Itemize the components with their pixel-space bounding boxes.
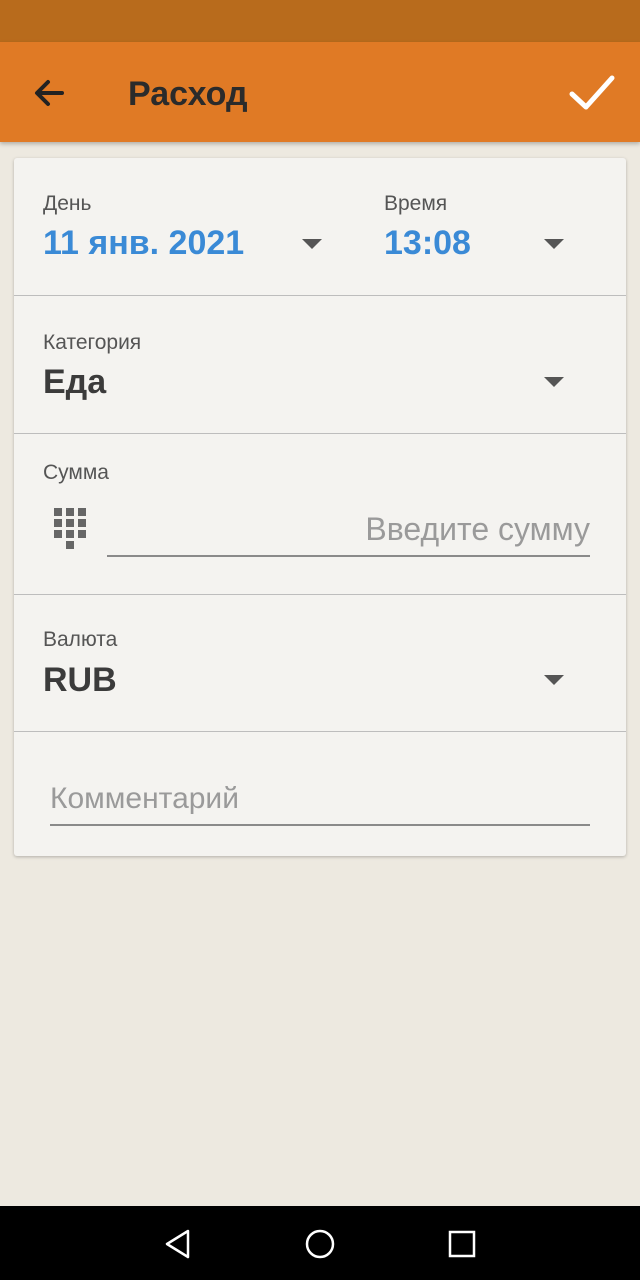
time-picker[interactable]: 13:08 <box>384 224 471 263</box>
day-label: День <box>43 192 92 215</box>
circle-home-icon <box>305 1229 335 1259</box>
divider <box>14 731 626 732</box>
page-title: Расход <box>128 75 248 113</box>
divider <box>14 594 626 595</box>
divider <box>14 295 626 296</box>
divider <box>14 433 626 434</box>
arrow-left-icon <box>35 80 64 106</box>
nav-back-button[interactable] <box>158 1224 198 1264</box>
chevron-down-icon[interactable] <box>544 377 564 387</box>
app-bar: Расход <box>0 42 640 142</box>
amount-input[interactable] <box>107 503 590 557</box>
expense-form-card: День 11 янв. 2021 Время 13:08 Категория … <box>14 158 626 856</box>
back-button[interactable] <box>24 68 74 118</box>
square-recents-icon <box>448 1230 476 1258</box>
keypad-icon[interactable] <box>54 508 88 552</box>
system-nav-bar <box>0 1206 640 1280</box>
check-icon <box>569 75 615 110</box>
category-select[interactable]: Еда <box>43 363 106 402</box>
time-label: Время <box>384 192 448 215</box>
nav-home-button[interactable] <box>300 1224 340 1264</box>
day-picker[interactable]: 11 янв. 2021 <box>43 224 244 263</box>
save-button[interactable] <box>562 64 622 120</box>
currency-label: Валюта <box>43 628 118 651</box>
currency-select[interactable]: RUB <box>43 661 117 700</box>
chevron-down-icon[interactable] <box>544 239 564 249</box>
triangle-back-icon <box>165 1229 190 1259</box>
category-label: Категория <box>43 331 142 354</box>
amount-label: Сумма <box>43 461 109 484</box>
chevron-down-icon[interactable] <box>544 675 564 685</box>
nav-recents-button[interactable] <box>442 1224 482 1264</box>
chevron-down-icon[interactable] <box>302 239 322 249</box>
comment-input[interactable] <box>50 774 590 826</box>
status-bar <box>0 0 640 42</box>
